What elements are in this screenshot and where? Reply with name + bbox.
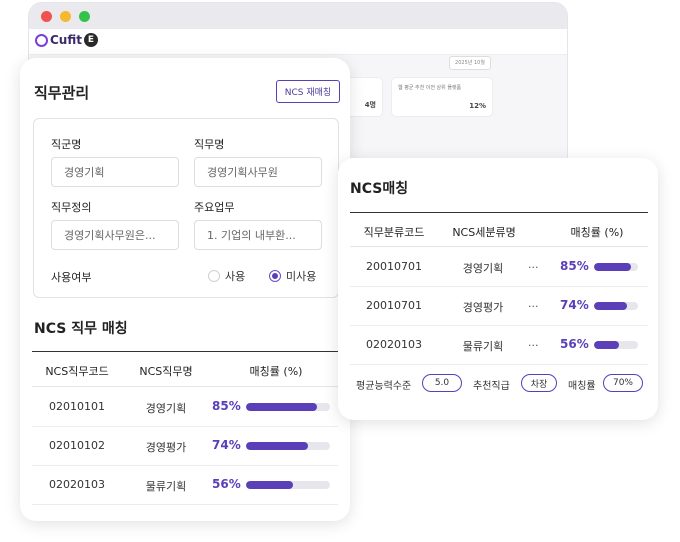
- row-more-icon[interactable]: ...: [528, 297, 539, 310]
- match-bar-track: [246, 442, 330, 450]
- row-divider: [32, 465, 338, 466]
- row-divider: [350, 325, 648, 326]
- stat-card-text: 웹 평균 추천 이전 상위 플랫폼: [398, 85, 462, 91]
- job-name-label: 직무명: [194, 138, 225, 151]
- app-header: Cufit E: [29, 29, 567, 55]
- header-classification-code: 직무분류코드: [363, 226, 425, 239]
- row-name: 경영기획: [462, 262, 504, 275]
- match-bar-fill: [246, 403, 318, 411]
- logo-text: Cufit: [50, 33, 82, 47]
- job-management-card: 직무관리 NCS 재매칭 직군명 경영기획 직무명 경영기획사무원 직무정의 경…: [20, 58, 350, 521]
- ncs-rematch-button[interactable]: NCS 재매칭: [276, 80, 340, 103]
- row-match-pct: 56%: [212, 477, 241, 491]
- row-match-pct: 56%: [560, 337, 589, 351]
- usage-option-use-label: 사용: [225, 270, 246, 283]
- match-bar-track: [594, 341, 638, 349]
- job-group-label: 직군명: [51, 138, 82, 151]
- recommended-rank-label: 추천직급: [473, 381, 510, 392]
- match-bar-track: [246, 481, 330, 489]
- row-divider: [350, 364, 648, 365]
- row-name: 물류기획: [145, 480, 187, 493]
- job-definition-label: 직무정의: [51, 201, 92, 214]
- header-sub-classification: NCS세분류명: [452, 226, 516, 239]
- table-header: NCS직무코드 NCS직무명 매칭률 (%): [32, 351, 338, 387]
- table-header: 직무분류코드 NCS세분류명 매칭률 (%): [350, 212, 648, 247]
- ncs-job-matching-title: NCS 직무 매칭: [34, 321, 128, 337]
- header-name: NCS직무명: [139, 365, 193, 378]
- match-bar-track: [594, 302, 638, 310]
- row-more-icon[interactable]: ...: [528, 258, 539, 271]
- header-code: NCS직무코드: [45, 365, 109, 378]
- row-code: 02020103: [49, 478, 105, 491]
- job-name-input[interactable]: 경영기획사무원: [194, 157, 322, 187]
- job-group-input[interactable]: 경영기획: [51, 157, 179, 187]
- row-code: 20010701: [366, 260, 422, 273]
- row-code: 20010701: [366, 299, 422, 312]
- browser-title-bar: [29, 3, 567, 29]
- app-logo[interactable]: Cufit E: [35, 33, 98, 47]
- usage-option-unused-label: 미사용: [286, 270, 317, 283]
- row-name: 경영평가: [145, 441, 187, 454]
- row-name: 물류기획: [462, 340, 504, 353]
- radio-unchecked-icon: [208, 270, 220, 282]
- row-match-pct: 74%: [560, 298, 589, 312]
- radio-checked-icon: [269, 270, 281, 282]
- row-code: 02010102: [49, 439, 105, 452]
- ncs-matching-title: NCS매칭: [350, 181, 409, 197]
- row-match-pct: 74%: [212, 438, 241, 452]
- date-select-button[interactable]: 2025년 10월: [449, 56, 491, 70]
- match-bar-fill: [594, 341, 619, 349]
- logo-badge: E: [83, 33, 98, 47]
- avg-level-label: 평균능력수준: [356, 381, 412, 392]
- main-duty-input[interactable]: 1. 기업의 내부환...: [194, 220, 322, 250]
- row-code: 02010101: [49, 400, 105, 413]
- row-more-icon[interactable]: ...: [528, 336, 539, 349]
- usage-radio-use[interactable]: 사용: [208, 268, 245, 284]
- row-divider: [350, 286, 648, 287]
- row-match-pct: 85%: [560, 259, 589, 273]
- logo-mark-icon: [35, 33, 48, 47]
- header-match-rate: 매칭률 (%): [570, 226, 624, 239]
- avg-level-badge: 5.0: [422, 374, 462, 392]
- match-bar-track: [246, 403, 330, 411]
- main-duty-label: 주요업무: [194, 201, 235, 214]
- job-definition-input[interactable]: 경영기획사무원은...: [51, 220, 179, 250]
- row-match-pct: 85%: [212, 399, 241, 413]
- stat-card-number-2: 12%: [469, 102, 486, 110]
- match-bar-track: [594, 263, 638, 271]
- usage-radio-unused[interactable]: 미사용: [269, 268, 316, 284]
- row-name: 경영평가: [462, 301, 504, 314]
- match-bar-fill: [594, 302, 627, 310]
- row-name: 경영기획: [145, 402, 187, 415]
- recommended-rank-badge: 차장: [521, 374, 557, 392]
- ncs-job-matching-table: NCS직무코드 NCS직무명 매칭률 (%) 02010101 경영기획 85% 02…: [32, 351, 338, 511]
- row-divider: [32, 426, 338, 427]
- match-rate-badge: 70%: [603, 374, 643, 392]
- ncs-matching-card: NCS매칭 직무분류코드 NCS세분류명 매칭률 (%) 20010701 경영기…: [338, 158, 658, 420]
- job-form: 직군명 경영기획 직무명 경영기획사무원 직무정의 경영기획사무원은... 주요…: [33, 118, 339, 298]
- close-window-icon[interactable]: [41, 11, 52, 22]
- job-management-title: 직무관리: [34, 84, 90, 102]
- ncs-matching-table: 직무분류코드 NCS세분류명 매칭률 (%) 20010701 경영기획... 85…: [350, 212, 648, 365]
- row-divider: [32, 504, 338, 505]
- match-bar-fill: [246, 481, 294, 489]
- header-match-rate: 매칭률 (%): [249, 365, 303, 378]
- minimize-window-icon[interactable]: [60, 11, 71, 22]
- background-stat-card-2: 웹 평균 추천 이전 상위 플랫폼 12%: [391, 77, 493, 117]
- match-bar-fill: [594, 263, 632, 271]
- stat-card-number: 4명: [364, 101, 376, 109]
- maximize-window-icon[interactable]: [79, 11, 90, 22]
- row-code: 02020103: [366, 338, 422, 351]
- usage-label: 사용여부: [51, 271, 92, 284]
- match-bar-fill: [246, 442, 309, 450]
- match-rate-label: 매칭률: [568, 381, 596, 392]
